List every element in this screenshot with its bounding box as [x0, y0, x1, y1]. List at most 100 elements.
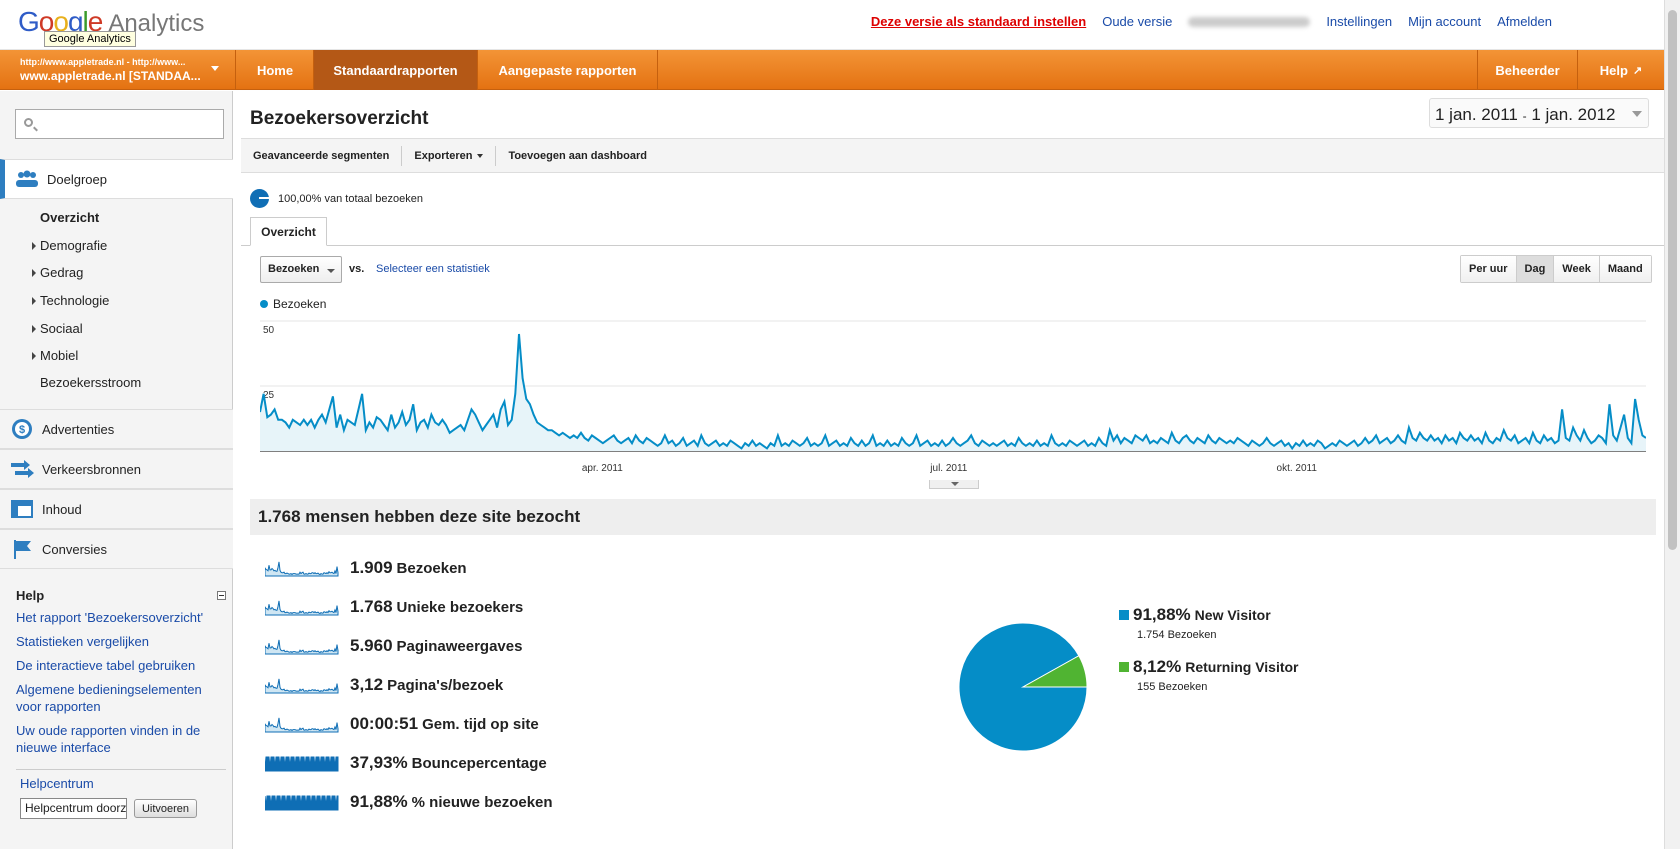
export-button[interactable]: Exporteren [402, 145, 497, 166]
account-selector[interactable]: http://www.appletrade.nl - http://www...… [0, 50, 236, 90]
account-url: http://www.appletrade.nl - http://www... [20, 57, 186, 67]
chevron-down-icon [477, 153, 484, 158]
tab-custom-reports[interactable]: Aangepaste rapporten [478, 50, 658, 90]
expand-arrow-icon [32, 297, 36, 305]
advanced-segments-button[interactable]: Geavanceerde segmenten [241, 145, 403, 166]
metric-row[interactable]: 1.909 Bezoeken [265, 556, 467, 580]
help-link[interactable]: Statistieken vergelijken [16, 633, 226, 650]
report-search-input[interactable] [15, 109, 224, 139]
tab-help[interactable]: Help ↗ [1578, 50, 1664, 90]
subitem-label: Mobiel [40, 348, 79, 363]
subitem-label: Gedrag [40, 265, 84, 280]
metric-row[interactable]: 37,93% Bouncepercentage [265, 751, 547, 775]
sidebar-section-label: Inhoud [42, 501, 82, 517]
legend-label: Bezoeken [273, 297, 327, 311]
sidebar-item-conversies[interactable]: Conversies [0, 529, 233, 569]
help-link[interactable]: Uw oude rapporten vinden in de nieuwe in… [16, 722, 226, 756]
logo-tooltip: Google Analytics [44, 31, 136, 47]
search-icon [24, 118, 33, 127]
sidebar-subitem-demografie[interactable]: Demografie [32, 238, 108, 253]
granularity-month-button[interactable]: Maand [1599, 256, 1651, 282]
help-center-submit-button[interactable]: Uitvoeren [134, 799, 197, 818]
sidebar-item-inhoud[interactable]: Inhoud [0, 489, 233, 529]
y-tick-label: 50 [263, 325, 275, 336]
header-links: Deze versie als standaard instellen Oude… [871, 14, 1552, 29]
chart-resize-handle[interactable] [929, 480, 979, 489]
sparkline-path [265, 678, 339, 694]
granularity-day-button[interactable]: Dag [1516, 256, 1555, 282]
metric-row[interactable]: 1.768 Unieke bezoekers [265, 595, 523, 619]
sparkline-path [265, 561, 339, 577]
page-title: Bezoekersoverzicht [250, 108, 429, 129]
sidebar-subitem-bezoekersstroom[interactable]: Bezoekersstroom [40, 375, 141, 390]
sidebar-section-label: Doelgroep [47, 171, 107, 187]
sparkline [265, 756, 339, 772]
sidebar-item-advertenties[interactable]: $ Advertenties [0, 409, 233, 449]
date-range-picker[interactable]: 1 jan. 2011 - 1 jan. 2012 [1429, 98, 1649, 128]
sparkline-path [265, 756, 339, 772]
tab-divider [241, 245, 1664, 246]
help-center-title[interactable]: Helpcentrum [20, 776, 226, 791]
metric-value: 91,88% [350, 792, 408, 811]
tab-home[interactable]: Home [237, 50, 314, 90]
metric-label: Bouncepercentage [411, 754, 547, 772]
sidebar-subitem-sociaal[interactable]: Sociaal [32, 321, 83, 336]
help-link[interactable]: Algemene bedieningselementen voor rappor… [16, 681, 226, 715]
account-profile: www.appletrade.nl [STANDAA... [20, 69, 201, 83]
sparkline [265, 600, 339, 616]
dollar-icon: $ [10, 418, 34, 440]
chevron-down-icon [211, 66, 219, 71]
scrollbar[interactable] [1664, 0, 1680, 849]
pie-legend-returning-visitor: 8,12% Returning Visitor 155 Bezoeken [1119, 657, 1299, 693]
sidebar-subitem-overzicht[interactable]: Overzicht [40, 210, 99, 225]
visits-line-chart[interactable]: 2550apr. 2011 jul. 2011 okt. 2011 [260, 313, 1646, 481]
select-statistic-link[interactable]: Selecteer een statistiek [376, 263, 490, 275]
granularity-week-button[interactable]: Week [1554, 256, 1600, 282]
metric-value: 37,93% [350, 753, 408, 772]
metric-row[interactable]: 00:00:51 Gem. tijd op site [265, 712, 539, 736]
pie-legend-name: New Visitor [1194, 607, 1271, 623]
granularity-toggle: Per uur Dag Week Maand [1460, 255, 1652, 283]
x-tick-label: okt. 2011 [1277, 463, 1318, 474]
metric-row[interactable]: 5.960 Paginaweergaves [265, 634, 522, 658]
tab-overzicht[interactable]: Overzicht [250, 217, 327, 246]
legend-swatch [1119, 662, 1129, 672]
subitem-label: Demografie [40, 238, 108, 253]
old-version-link[interactable]: Oude versie [1102, 14, 1172, 29]
metric-value: 00:00:51 [350, 714, 419, 733]
sidebar-subitem-gedrag[interactable]: Gedrag [32, 265, 84, 280]
granularity-hour-button[interactable]: Per uur [1461, 256, 1517, 282]
pie-legend-new-visitor: 91,88% New Visitor 1.754 Bezoeken [1119, 605, 1271, 641]
help-center-search-input[interactable]: Helpcentrum doorz [20, 798, 127, 819]
visitor-type-pie-chart[interactable] [957, 621, 1089, 753]
help-label: Help [1599, 62, 1628, 78]
tab-standard-reports[interactable]: Standaardrapporten [314, 50, 478, 90]
logout-link[interactable]: Afmelden [1497, 14, 1552, 29]
metric-row[interactable]: 3,12 Pagina's/bezoek [265, 673, 503, 697]
metric-label: Gem. tijd op site [422, 715, 539, 733]
set-default-link[interactable]: Deze versie als standaard instellen [871, 14, 1086, 29]
date-from: 1 jan. 2011 [1435, 105, 1518, 124]
minimize-icon[interactable] [217, 591, 226, 600]
sparkline [265, 795, 339, 811]
help-link[interactable]: De interactieve tabel gebruiken [16, 657, 226, 674]
toolbar-label: Geavanceerde segmenten [253, 149, 390, 162]
metric-row[interactable]: 91,88%% nieuwe bezoeken [265, 790, 553, 814]
metric-select[interactable]: Bezoeken [260, 256, 342, 283]
chevron-down-icon [327, 269, 335, 273]
sidebar-item-doelgroep[interactable]: Doelgroep [0, 159, 233, 199]
add-to-dashboard-button[interactable]: Toevoegen aan dashboard [496, 146, 659, 166]
segment-indicator: 100,00% van totaal bezoeken [250, 189, 423, 208]
sidebar-subitem-mobiel[interactable]: Mobiel [32, 348, 79, 363]
sidebar-item-verkeersbronnen[interactable]: Verkeersbronnen [0, 449, 233, 489]
settings-link[interactable]: Instellingen [1326, 14, 1392, 29]
tab-admin[interactable]: Beheerder [1477, 50, 1578, 90]
sidebar-section-label: Conversies [42, 541, 108, 557]
legend-dot [260, 300, 268, 308]
my-account-link[interactable]: Mijn account [1408, 14, 1481, 29]
sidebar-subitem-technologie[interactable]: Technologie [32, 293, 109, 308]
sparkline-path [265, 600, 339, 616]
help-link[interactable]: Het rapport 'Bezoekersoverzicht' [16, 609, 226, 626]
scrollbar-thumb[interactable] [1668, 10, 1677, 550]
pie-legend-count: 1.754 Bezoeken [1137, 629, 1217, 641]
